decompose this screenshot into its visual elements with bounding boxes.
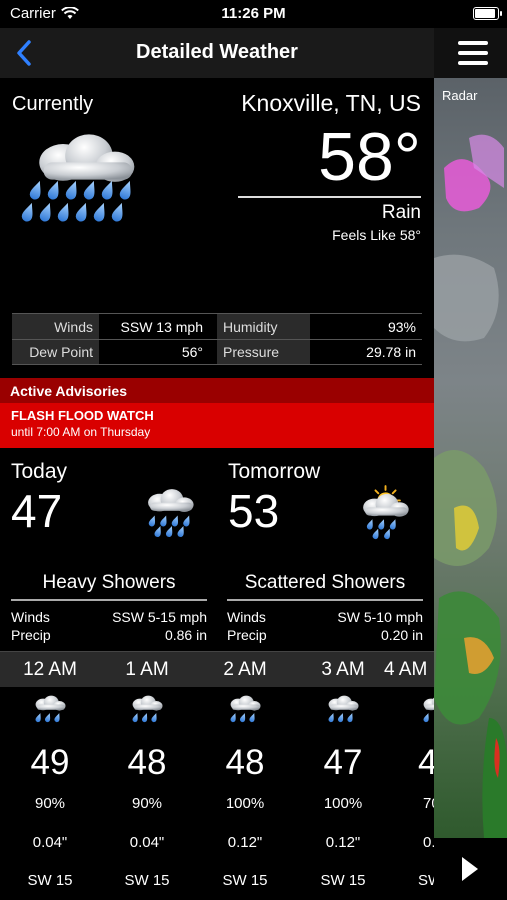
hour-temp: 49 [30, 743, 70, 782]
hour-precip: 0.04" [423, 834, 434, 851]
humidity-value: 93% [387, 318, 416, 335]
hour-precip: 0.04" [129, 834, 165, 851]
hour-pop: 90% [34, 795, 66, 812]
status-bar: Carrier 11:26 PM [0, 0, 507, 28]
pressure-value: 29.78 in [366, 344, 416, 360]
battery-icon [473, 7, 502, 20]
hour-temp: 48 [127, 743, 167, 782]
advisories-header: Active Advisories [0, 378, 434, 403]
hour-temp: 47 [418, 743, 434, 782]
tomorrow-temp: 53 [228, 485, 280, 537]
radar-map[interactable]: Radar [434, 78, 507, 838]
sun-rain-cloud-icon [363, 485, 409, 540]
tomorrow-precip-label: Precip [227, 627, 267, 643]
location-name: Knoxville, TN, US [241, 90, 421, 116]
divider [227, 599, 423, 601]
tomorrow-winds-row: Winds SW 5-10 mph [227, 609, 423, 625]
advisory-item[interactable]: FLASH FLOOD WATCH until 7:00 AM on Thurs… [0, 403, 434, 448]
today-condition: Heavy Showers [42, 572, 176, 593]
conditions-table: Winds SSW 13 mph Humidity 93% Dew Point … [12, 313, 422, 365]
hour-temp: 47 [323, 743, 363, 782]
hour-temp: 48 [225, 743, 265, 782]
divider [11, 599, 207, 601]
today-label: Today [11, 460, 68, 483]
hour-pop: 100% [225, 795, 265, 812]
hour-wind: SW 15 [418, 872, 434, 889]
conditions-row: Dew Point 56° Pressure 29.78 in [12, 339, 422, 365]
hour-wind: SW 15 [222, 872, 268, 889]
winds-label: Winds [12, 314, 99, 339]
hour-wind: SW 15 [320, 872, 366, 889]
today-winds-row: Winds SSW 5-15 mph [11, 609, 207, 625]
hour-label: 3 AM [321, 659, 365, 680]
play-button[interactable] [434, 838, 507, 900]
today-winds-value: SSW 5-15 mph [112, 609, 207, 625]
rain-cloud-icon [327, 695, 359, 723]
hour-label: 4 AM [384, 659, 428, 680]
pressure-label: Pressure [217, 340, 310, 364]
tomorrow-precip-value: 0.20 in [380, 627, 423, 643]
radar-panel: Radar [434, 28, 507, 900]
page-title: Detailed Weather [136, 41, 298, 63]
rain-cloud-icon [131, 695, 163, 723]
hourly-header: 12 AM 1 AM 2 AM 3 AM 4 AM [0, 651, 434, 687]
today-precip-row: Precip 0.86 in [11, 627, 207, 643]
humidity-label: Humidity [217, 314, 310, 339]
hour-wind: SW 15 [124, 872, 170, 889]
advisory-until: until 7:00 AM on Thursday [11, 425, 151, 439]
today-precip-label: Precip [11, 627, 51, 643]
advisory-title: FLASH FLOOD WATCH [11, 408, 154, 423]
main-content: Currently Knoxville, TN, US 58° Rain Fee… [0, 78, 434, 900]
hour-precip: 0.12" [227, 834, 263, 851]
rain-cloud-icon [422, 695, 434, 723]
divider [238, 196, 421, 198]
today-precip-value: 0.86 in [164, 627, 207, 643]
rain-cloud-icon [34, 695, 66, 723]
tomorrow-condition: Scattered Showers [244, 572, 406, 593]
winds-value: SSW 13 mph [120, 318, 203, 335]
hour-label: 2 AM [223, 659, 267, 680]
rain-cloud-icon [229, 695, 261, 723]
feels-like: Feels Like 58° [332, 227, 421, 243]
current-temperature: 58° [318, 119, 421, 195]
hour-precip: 0.04" [32, 834, 68, 851]
rain-cloud-icon [147, 489, 194, 538]
hour-pop: 90% [131, 795, 163, 812]
tomorrow-winds-value: SW 5-10 mph [337, 609, 423, 625]
radar-overlay [434, 134, 507, 838]
nav-bar: Detailed Weather [0, 28, 434, 78]
hamburger-icon [458, 41, 488, 45]
currently-label: Currently [12, 93, 94, 115]
hour-pop: 70% [423, 795, 434, 812]
hour-pop: 100% [323, 795, 363, 812]
tomorrow-winds-label: Winds [227, 609, 266, 625]
hourly-strip[interactable]: 49 48 48 47 47 90% 90% 100% 100% 70% 0.0… [0, 688, 434, 900]
today-temp: 47 [11, 485, 63, 537]
dewpoint-value: 56° [181, 344, 203, 360]
menu-button[interactable] [434, 28, 507, 78]
dewpoint-label: Dew Point [12, 340, 99, 364]
play-icon [462, 857, 478, 881]
status-time: 11:26 PM [221, 5, 286, 22]
hour-label: 12 AM [23, 659, 77, 680]
conditions-row: Winds SSW 13 mph Humidity 93% [12, 313, 422, 339]
hour-label: 1 AM [125, 659, 169, 680]
tomorrow-label: Tomorrow [228, 460, 321, 483]
tomorrow-precip-row: Precip 0.20 in [227, 627, 423, 643]
hour-precip: 0.12" [325, 834, 361, 851]
rain-cloud-icon [20, 134, 135, 223]
hour-wind: SW 15 [27, 872, 73, 889]
current-condition: Rain [381, 202, 421, 223]
today-winds-label: Winds [11, 609, 50, 625]
